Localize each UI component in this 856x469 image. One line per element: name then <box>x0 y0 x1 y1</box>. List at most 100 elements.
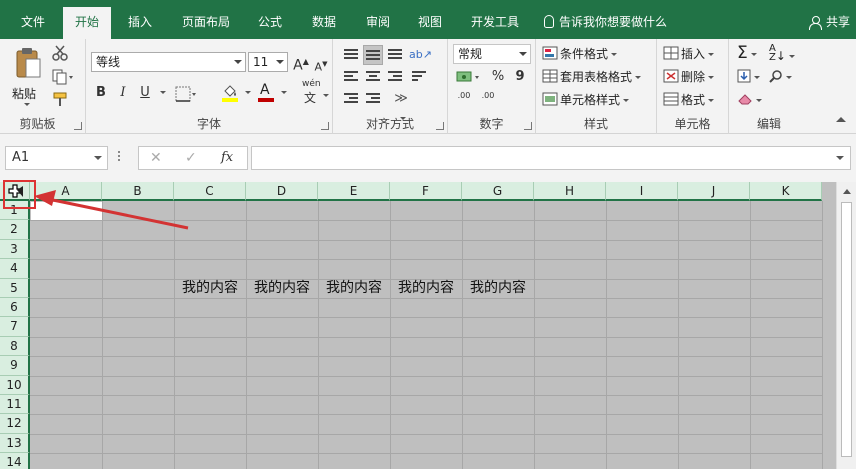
autosum-button[interactable]: Σ <box>737 43 757 63</box>
clear-button[interactable] <box>737 90 762 110</box>
paste-button[interactable]: 粘贴 <box>10 45 46 115</box>
name-box[interactable]: A1 <box>5 146 108 170</box>
increase-font-button[interactable]: A▲ <box>291 52 311 74</box>
chevron-down-icon[interactable] <box>160 91 166 94</box>
row-header-10[interactable]: 10 <box>0 375 30 395</box>
cell-f5[interactable]: 我的内容 <box>390 279 462 298</box>
column-header-f[interactable]: F <box>390 182 462 201</box>
phonetic-guide-button[interactable]: wén 文 <box>300 79 330 105</box>
decrease-decimal-button[interactable]: .00 <box>478 91 498 111</box>
vertical-scrollbar[interactable] <box>836 182 856 469</box>
font-color-button[interactable]: A <box>256 82 290 105</box>
tab-file[interactable]: 文件 <box>10 0 56 39</box>
row-header-11[interactable]: 11 <box>0 395 30 415</box>
row-header-8[interactable]: 8 <box>0 336 30 357</box>
column-header-d[interactable]: D <box>246 182 318 201</box>
align-right-button[interactable] <box>385 67 405 87</box>
row-header-9[interactable]: 9 <box>0 356 30 376</box>
font-size-combo[interactable]: 11 <box>248 52 288 72</box>
row-header-7[interactable]: 7 <box>0 317 30 337</box>
dialog-launcher-icon[interactable] <box>524 122 532 130</box>
tab-formulas[interactable]: 公式 <box>248 0 292 39</box>
column-header-j[interactable]: J <box>678 182 750 201</box>
tab-insert[interactable]: 插入 <box>116 0 164 39</box>
row-header-4[interactable]: 4 <box>0 259 30 279</box>
tab-view[interactable]: 视图 <box>408 0 452 39</box>
text-direction-button[interactable]: ≫ <box>391 89 411 120</box>
decrease-decimal-icon: .00 <box>481 91 495 100</box>
number-format-combo[interactable]: 常规 <box>453 44 531 64</box>
row-header-6[interactable]: 6 <box>0 298 30 318</box>
row-header-12[interactable]: 12 <box>0 414 30 434</box>
collapse-ribbon-icon[interactable] <box>836 117 846 122</box>
expand-formula-bar-icon[interactable] <box>836 156 844 160</box>
tab-review[interactable]: 审阅 <box>356 0 400 39</box>
delete-cells-button[interactable]: 删除 <box>663 67 715 87</box>
decrease-indent-button[interactable] <box>341 89 361 109</box>
conditional-formatting-button[interactable]: 条件格式 <box>542 44 618 64</box>
dialog-launcher-icon[interactable] <box>436 122 444 130</box>
dialog-launcher-icon[interactable] <box>74 122 82 130</box>
decrease-font-button[interactable]: A▼ <box>311 54 331 74</box>
orientation-button[interactable]: ab↗ <box>409 45 432 65</box>
cell-e5[interactable]: 我的内容 <box>318 279 390 298</box>
cell-styles-button[interactable]: 单元格样式 <box>542 90 630 110</box>
dialog-launcher-icon[interactable] <box>321 122 329 130</box>
tell-me-search[interactable]: 告诉我你想要做什么 <box>544 0 667 39</box>
increase-indent-button[interactable] <box>363 89 383 109</box>
enter-icon[interactable]: ✓ <box>185 147 197 169</box>
fill-button[interactable] <box>737 67 760 87</box>
accounting-format-icon[interactable] <box>456 69 482 85</box>
wrap-text-button[interactable] <box>409 67 429 87</box>
format-painter-icon[interactable] <box>52 91 70 107</box>
cancel-icon[interactable]: ✕ <box>150 147 162 169</box>
chevron-down-icon <box>281 91 287 94</box>
formula-input[interactable] <box>251 146 851 170</box>
column-header-e[interactable]: E <box>318 182 390 201</box>
format-cells-button[interactable]: 格式 <box>663 90 715 110</box>
row-header-5[interactable]: 5 <box>0 278 30 298</box>
tab-developer[interactable]: 开发工具 <box>462 0 528 39</box>
column-header-i[interactable]: I <box>606 182 678 201</box>
row-header-14[interactable]: 14 <box>0 453 30 469</box>
align-left-button[interactable] <box>341 67 361 87</box>
top-align-button[interactable] <box>341 45 361 65</box>
scroll-thumb[interactable] <box>841 202 852 457</box>
bold-button[interactable]: B <box>91 83 111 103</box>
column-header-h[interactable]: H <box>534 182 606 201</box>
tab-page-layout[interactable]: 页面布局 <box>174 0 238 39</box>
bottom-align-button[interactable] <box>385 45 405 65</box>
copy-icon[interactable] <box>52 69 74 85</box>
scroll-up-icon[interactable] <box>843 189 851 194</box>
align-center-button[interactable] <box>363 67 383 87</box>
comma-style-button[interactable]: 9 <box>510 67 530 87</box>
percent-style-button[interactable]: % <box>488 67 508 87</box>
font-name-combo[interactable]: 等线 <box>91 52 246 72</box>
cut-icon[interactable] <box>52 45 68 61</box>
sort-filter-button[interactable]: A Z↓ <box>769 44 795 64</box>
borders-icon[interactable] <box>174 85 196 103</box>
row-header-3[interactable]: 3 <box>0 239 30 260</box>
cell-g5[interactable]: 我的内容 <box>462 279 534 298</box>
column-header-k[interactable]: K <box>750 182 822 201</box>
column-header-g[interactable]: G <box>462 182 534 201</box>
chevron-down-icon <box>708 99 715 102</box>
splitter-handle[interactable] <box>118 149 121 165</box>
underline-button[interactable]: U <box>135 83 155 103</box>
group-editing: Σ A Z↓ 编辑 <box>729 39 809 134</box>
increase-decimal-button[interactable]: .00 <box>454 91 474 111</box>
insert-cells-button[interactable]: 插入 <box>663 44 715 64</box>
find-select-button[interactable] <box>769 67 792 87</box>
fill-color-button[interactable] <box>220 83 260 105</box>
format-as-table-button[interactable]: 套用表格格式 <box>542 67 642 87</box>
row-header-2[interactable]: 2 <box>0 220 30 240</box>
cell-c5[interactable]: 我的内容 <box>174 279 246 298</box>
row-header-13[interactable]: 13 <box>0 433 30 454</box>
insert-function-icon[interactable]: fx <box>221 147 233 169</box>
share-button[interactable]: 共享 <box>808 0 850 39</box>
italic-button[interactable]: I <box>113 83 133 103</box>
tab-home[interactable]: 开始 <box>63 7 111 39</box>
cell-d5[interactable]: 我的内容 <box>246 279 318 298</box>
middle-align-button[interactable] <box>363 45 383 65</box>
tab-data[interactable]: 数据 <box>302 0 346 39</box>
